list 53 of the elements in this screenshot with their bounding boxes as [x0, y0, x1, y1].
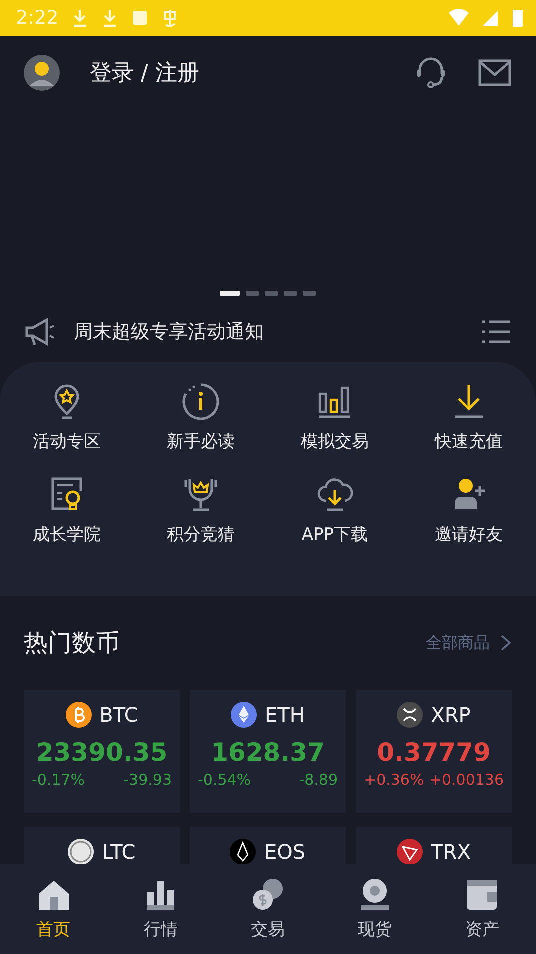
coin-symbol: XRP [431, 703, 471, 727]
coin-symbol: LTC [102, 840, 136, 864]
shortcut-label[interactable]: APP下载 [302, 523, 368, 546]
shortcut-label[interactable]: 成长学院 [33, 523, 101, 546]
coin-icon [397, 839, 424, 864]
info-icon [181, 382, 221, 422]
megaphone-icon [24, 316, 56, 348]
coin-card[interactable]: XRP 0.37779 +0.36% +0.00136 [356, 690, 512, 813]
coin-card[interactable]: EOS [190, 827, 346, 864]
diamond-coin-icon [231, 702, 258, 728]
shortcut-label[interactable]: 邀请好友 [435, 523, 503, 546]
coin-card[interactable]: TRX [356, 827, 512, 864]
coin-icon [230, 839, 256, 864]
nav-tab[interactable]: 首页 [0, 864, 108, 954]
status-time: 2:22 [16, 7, 59, 29]
battery-icon [512, 8, 524, 28]
coin-card[interactable]: ETH 1628.37 -0.54% -8.89 [190, 690, 346, 813]
wifi-icon [448, 8, 470, 28]
wallet-icon [465, 878, 500, 912]
change-amount: +0.00136 [429, 771, 504, 789]
announcement-text[interactable]: 周末超级专享活动通知 [74, 319, 462, 345]
nav-tab[interactable]: 现货 [322, 864, 429, 954]
coin-icon [66, 702, 92, 728]
change-percent: -0.54% [198, 771, 252, 789]
shortcut-label[interactable]: 积分竞猜 [167, 523, 235, 546]
shortcut-label[interactable]: 新手必读 [167, 430, 235, 453]
change-amount: -39.93 [124, 771, 172, 789]
shortcut-label[interactable]: 快速充值 [435, 430, 503, 453]
change-amount: -8.89 [299, 771, 338, 789]
chevron-right-icon[interactable] [500, 635, 512, 651]
avatar-icon[interactable] [24, 55, 60, 91]
coin-symbol: EOS [264, 840, 306, 864]
nav-tab[interactable]: 资产 [428, 864, 536, 954]
section-title: 热门数币 [24, 628, 121, 659]
login-register-link[interactable]: 登录 / 注册 [90, 58, 384, 88]
change-percent: -0.17% [32, 771, 86, 789]
coin-symbol: ETH [265, 703, 305, 727]
nav-tab[interactable]: 行情 [107, 864, 214, 954]
coin-price: 1628.37 [211, 738, 325, 767]
coin-icon [68, 839, 94, 864]
shortcut-label[interactable]: 模拟交易 [301, 430, 369, 453]
coin-card[interactable]: BTC 23390.35 -0.17% -39.93 [24, 690, 180, 813]
nav-tab[interactable]: 交易 [214, 864, 322, 954]
coin-symbol: BTC [100, 703, 138, 727]
shortcut-label[interactable]: 活动专区 [33, 430, 101, 453]
coin-card[interactable]: LTC [24, 827, 180, 864]
change-percent: +0.36% [364, 771, 424, 789]
coin-symbol: TRX [431, 840, 471, 864]
coin-price: 23390.35 [36, 738, 168, 767]
coins-icon [251, 878, 285, 912]
headset-icon[interactable] [414, 56, 448, 90]
coin-price: 0.37779 [377, 738, 491, 767]
x-coin-icon [397, 702, 424, 728]
